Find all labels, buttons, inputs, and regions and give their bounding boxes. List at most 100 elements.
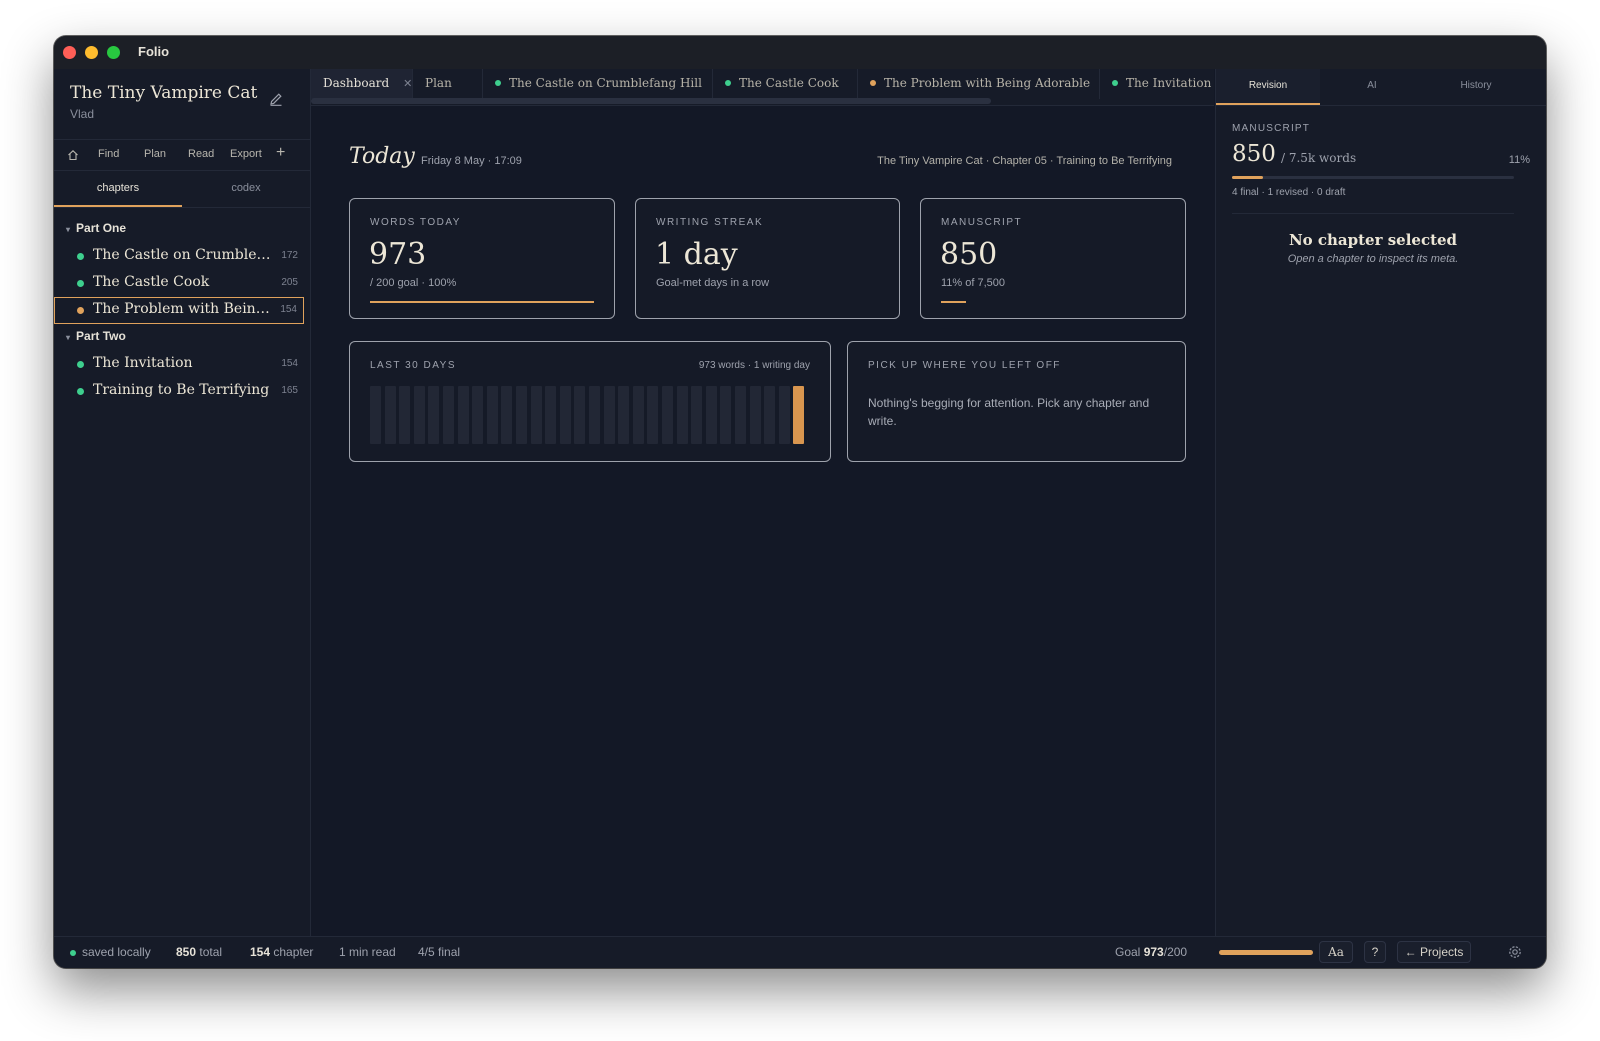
day-bar xyxy=(530,386,542,444)
empty-state-subtitle: Open a chapter to inspect its meta. xyxy=(1287,253,1459,265)
day-bar xyxy=(559,386,571,444)
edit-pencil-icon[interactable] xyxy=(268,91,284,107)
daily-activity-bars xyxy=(370,386,805,444)
goal-progress-fill xyxy=(1219,950,1313,955)
part-header[interactable]: ▾ Part Two xyxy=(66,329,126,343)
app-window: Folio The Tiny Vampire Cat Vlad Find Pla… xyxy=(54,36,1546,968)
tab-label: The Problem with Being Adorable xyxy=(884,76,1091,90)
minimize-window-button[interactable] xyxy=(85,46,98,59)
status-dot xyxy=(77,253,84,260)
chapter-word-count: 154 xyxy=(280,304,297,315)
day-bar xyxy=(632,386,644,444)
chapter-title: The Problem with Being A... xyxy=(93,301,273,317)
status-dot xyxy=(870,79,876,86)
tab-label: Plan xyxy=(425,76,452,90)
day-bar xyxy=(662,386,673,444)
tab-dashboard[interactable]: Dashboard ✕ xyxy=(311,69,413,99)
tab-history[interactable]: History xyxy=(1424,69,1528,105)
export-button[interactable]: Export xyxy=(230,148,262,160)
tab-codex[interactable]: codex xyxy=(182,171,310,207)
chapter-word-count: 172 xyxy=(281,250,298,261)
tab-label: The Castle Cook xyxy=(739,76,839,90)
sidebar-tabs: chapters codex xyxy=(54,171,310,208)
maximize-window-button[interactable] xyxy=(107,46,120,59)
chapter-item[interactable]: The Invitation 154 xyxy=(54,351,304,378)
status-dot xyxy=(77,307,84,314)
home-icon[interactable] xyxy=(67,149,79,161)
plus-icon[interactable]: + xyxy=(276,144,285,162)
plan-button[interactable]: Plan xyxy=(144,148,166,160)
tab-ai[interactable]: AI xyxy=(1320,69,1424,105)
day-bar xyxy=(691,386,703,444)
tab-chapter[interactable]: The Problem with Being Adorable xyxy=(858,69,1100,99)
chapter-item[interactable]: Training to Be Terrifying 165 xyxy=(54,378,304,405)
status-dot xyxy=(495,79,501,86)
day-bar xyxy=(574,386,586,444)
chapter-item[interactable]: The Castle on Crumblefan... 172 xyxy=(54,243,304,270)
day-bar xyxy=(516,386,527,444)
tab-scrollbar[interactable] xyxy=(311,98,991,104)
day-bar xyxy=(413,386,425,444)
tab-chapter[interactable]: The Castle on Crumblefang Hill xyxy=(483,69,713,99)
part-header[interactable]: ▾ Part One xyxy=(66,221,126,235)
chapter-item-selected[interactable]: The Problem with Being A... 154 xyxy=(54,297,304,324)
card-label: MANUSCRIPT xyxy=(941,217,1023,228)
chapter-title: The Castle Cook xyxy=(93,274,210,290)
status-dot xyxy=(77,280,84,287)
chapter-title: Training to Be Terrifying xyxy=(93,382,270,398)
card-label: PICK UP WHERE YOU LEFT OFF xyxy=(868,360,1061,371)
close-window-button[interactable] xyxy=(63,46,76,59)
total-words: 850 total xyxy=(176,945,223,959)
tab-chapter[interactable]: The Invitation xyxy=(1100,69,1214,99)
divider xyxy=(1232,213,1514,214)
day-bar xyxy=(720,386,732,444)
card-label: WORDS TODAY xyxy=(370,217,461,228)
project-title[interactable]: The Tiny Vampire Cat xyxy=(70,83,257,103)
part-name: Part Two xyxy=(76,329,126,343)
chapter-item[interactable]: The Castle Cook 205 xyxy=(54,270,304,297)
day-bar xyxy=(486,386,498,444)
part-name: Part One xyxy=(76,221,127,235)
manuscript-card: MANUSCRIPT 850 11% of 7,500 xyxy=(920,198,1186,319)
inspector-tabs: Revision AI History xyxy=(1216,69,1546,106)
streak-value: 1 day xyxy=(655,237,738,272)
goal-readout: Goal 973/200 xyxy=(1115,945,1188,959)
day-bar xyxy=(705,386,717,444)
chapter-word-count: 154 xyxy=(281,358,298,369)
tab-chapters[interactable]: chapters xyxy=(54,171,182,207)
words-today-card: WORDS TODAY 973 / 200 goal · 100% xyxy=(349,198,615,319)
collapse-caret-icon: ▾ xyxy=(66,333,71,342)
words-today-sub: / 200 goal · 100% xyxy=(370,277,457,289)
editor-tab-bar: Dashboard ✕ Plan The Castle on Crumblefan… xyxy=(311,69,1214,106)
project-author: Vlad xyxy=(70,107,95,121)
tab-chapter[interactable]: The Castle Cook xyxy=(713,69,858,99)
collapse-caret-icon: ▾ xyxy=(66,225,71,234)
find-button[interactable]: Find xyxy=(98,148,119,160)
status-dot xyxy=(77,361,84,368)
font-settings-button[interactable]: Aa xyxy=(1319,941,1353,963)
inspector-panel: Revision AI History MANUSCRIPT 850 / 7.5… xyxy=(1215,69,1546,937)
sidebar-toolbar: Find Plan Read Export + xyxy=(54,139,310,171)
empty-state-title: No chapter selected xyxy=(1288,231,1458,249)
chapter-title: The Invitation xyxy=(93,355,193,371)
tab-plan[interactable]: Plan xyxy=(413,69,483,99)
projects-button[interactable]: ← Projects xyxy=(1397,941,1471,963)
breadcrumb[interactable]: The Tiny Vampire Cat · Chapter 05 · Trai… xyxy=(877,155,1172,167)
pickup-card: PICK UP WHERE YOU LEFT OFF Nothing's beg… xyxy=(847,341,1186,462)
writing-streak-card: WRITING STREAK 1 day Goal-met days in a … xyxy=(635,198,900,319)
tab-revision[interactable]: Revision xyxy=(1216,69,1320,105)
tab-label: The Castle on Crumblefang Hill xyxy=(509,76,702,90)
day-bar xyxy=(603,386,615,444)
words-today-progress xyxy=(370,301,594,303)
streak-sub: Goal-met days in a row xyxy=(656,277,770,289)
read-button[interactable]: Read xyxy=(188,148,214,160)
help-button[interactable]: ? xyxy=(1364,941,1386,963)
manuscript-progress xyxy=(941,301,966,303)
day-bar xyxy=(778,386,790,444)
manuscript-words: 850 xyxy=(1232,141,1276,167)
saved-status: saved locally xyxy=(82,945,151,959)
saved-status-dot xyxy=(70,950,76,956)
gear-icon[interactable] xyxy=(1506,943,1524,961)
card-label: LAST 30 DAYS xyxy=(370,360,456,371)
close-icon[interactable]: ✕ xyxy=(403,77,412,90)
